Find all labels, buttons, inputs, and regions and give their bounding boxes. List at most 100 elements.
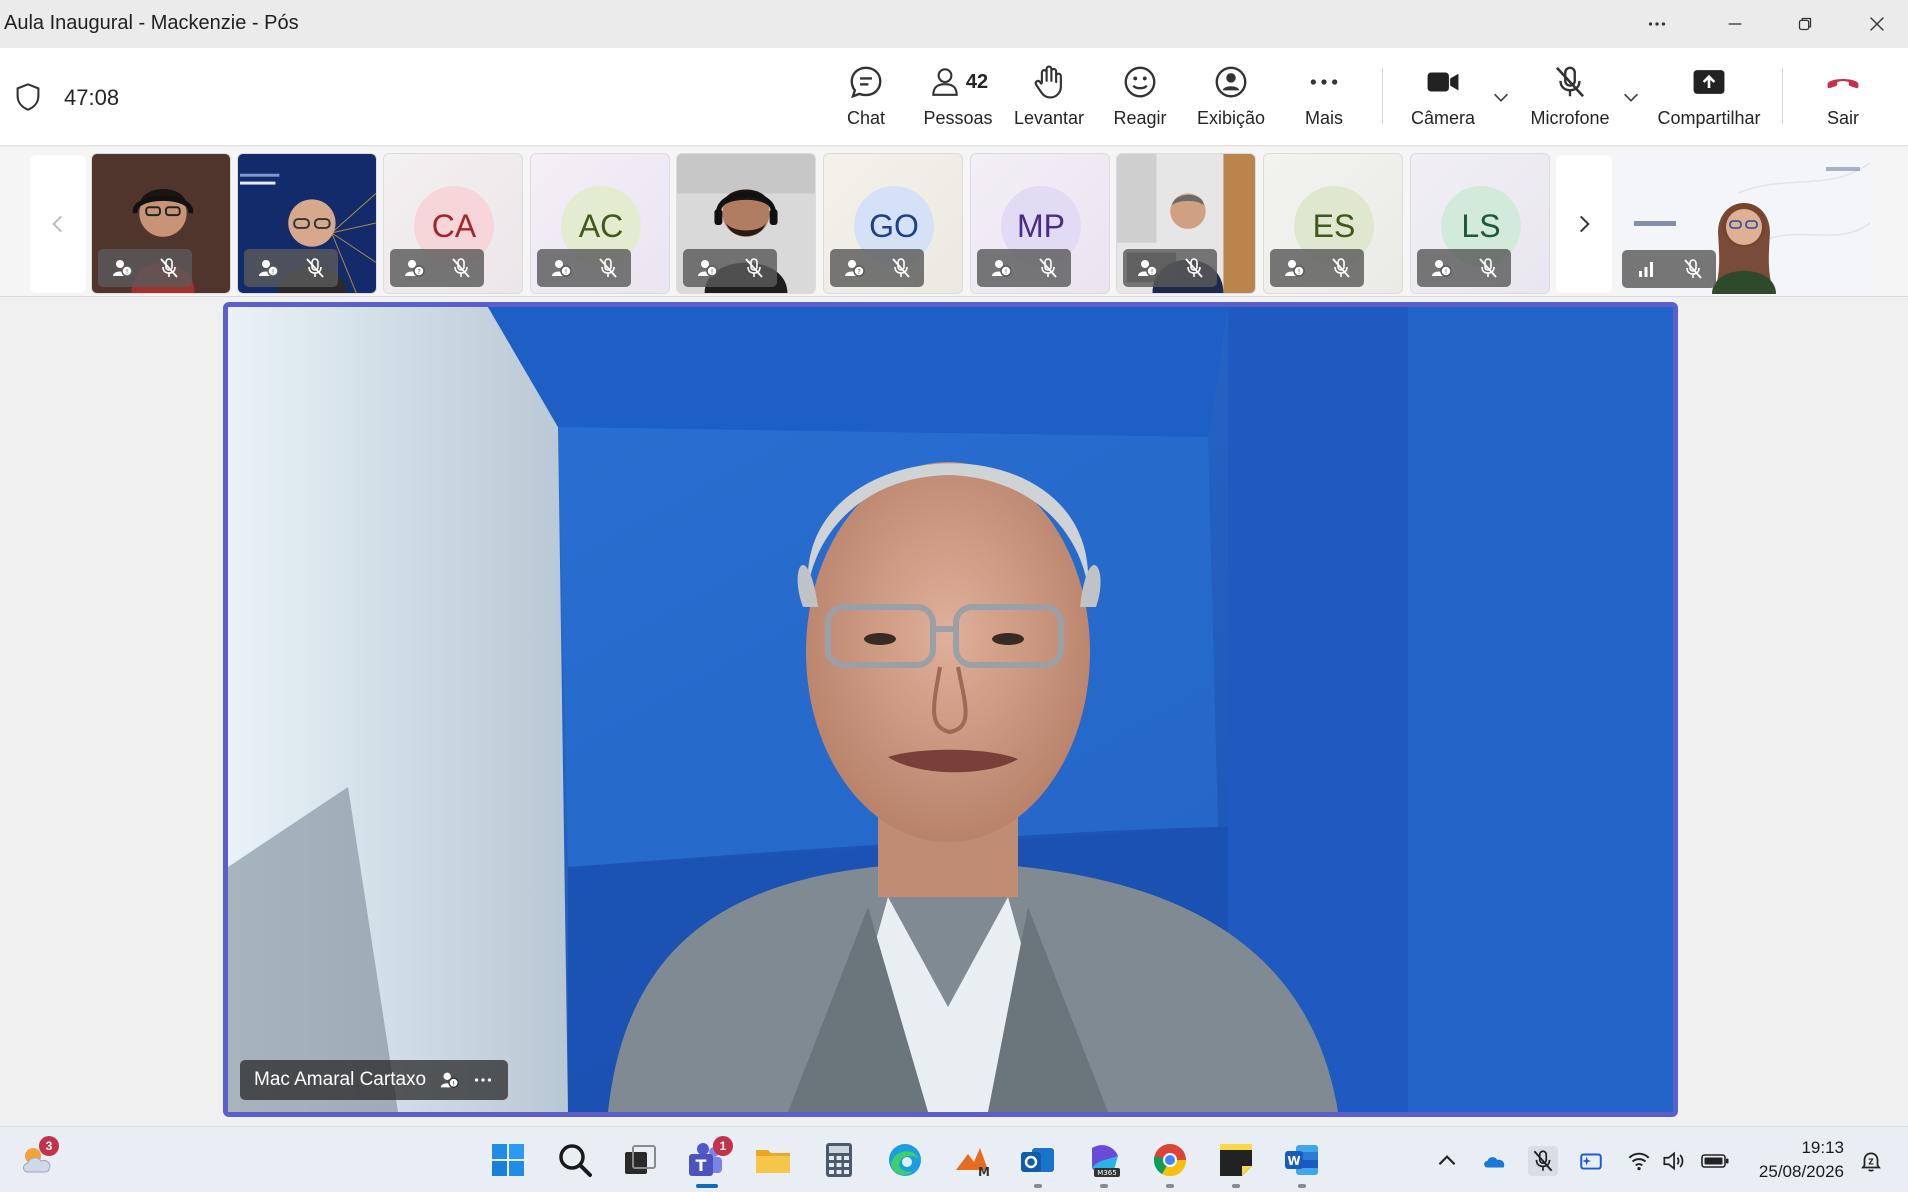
svg-text:!: ! xyxy=(1004,268,1007,276)
microphone-muted-icon xyxy=(598,258,617,278)
m365-icon: M365 xyxy=(1092,1145,1120,1177)
wifi-icon xyxy=(1628,1152,1650,1171)
notification-bell-icon: Z xyxy=(1861,1152,1881,1172)
people-label: Pessoas xyxy=(923,108,993,128)
search-button[interactable] xyxy=(553,1138,597,1182)
notification-center-button[interactable]: Z xyxy=(1856,1146,1886,1176)
participant-tile[interactable]: ! xyxy=(1116,153,1256,294)
chat-icon xyxy=(850,66,882,99)
previous-participants-button[interactable] xyxy=(30,155,86,293)
word-icon: W xyxy=(1285,1145,1318,1175)
svg-text:!: ! xyxy=(452,1080,455,1088)
file-explorer-button[interactable] xyxy=(751,1138,795,1182)
participant-tile[interactable]: ! xyxy=(676,153,816,294)
sticky-notes-button[interactable] xyxy=(1214,1138,1258,1182)
calculator-button[interactable] xyxy=(817,1138,861,1182)
chevron-right-icon xyxy=(1580,215,1590,233)
participant-status-badge: ! xyxy=(244,249,338,287)
chat-label: Chat xyxy=(846,108,886,128)
screen-sparkle-icon xyxy=(1580,1153,1602,1170)
participant-tile[interactable]: CA ? xyxy=(383,153,523,294)
participant-tile[interactable]: ! xyxy=(91,153,231,294)
wifi-tray-icon[interactable] xyxy=(1624,1146,1654,1176)
participant-tile[interactable]: GO ? xyxy=(823,153,963,294)
running-app-indicator xyxy=(1034,1184,1042,1188)
self-view-video[interactable] xyxy=(1618,153,1870,294)
raise-hand-button[interactable]: Levantar xyxy=(1014,60,1084,140)
view-icon xyxy=(1215,66,1247,98)
matlab-app-button[interactable]: M xyxy=(950,1138,994,1182)
svg-text:W: W xyxy=(1287,1154,1300,1168)
leave-button[interactable]: Sair xyxy=(1820,60,1866,140)
shield-icon xyxy=(14,82,42,117)
svg-text:!: ! xyxy=(1444,268,1447,276)
minimize-button[interactable] xyxy=(1700,0,1770,48)
participant-status-badge: ! xyxy=(1270,249,1364,287)
start-button[interactable] xyxy=(486,1138,530,1182)
participant-status-icon: ! xyxy=(551,260,572,277)
volume-tray-icon[interactable] xyxy=(1658,1146,1688,1176)
hang-up-icon xyxy=(1827,79,1859,89)
participant-status-badge: ? xyxy=(830,249,924,287)
edge-icon xyxy=(889,1144,921,1176)
running-app-indicator xyxy=(1298,1184,1306,1188)
participant-status-badge: ! xyxy=(1417,249,1511,287)
view-button[interactable]: Exibição xyxy=(1196,60,1266,140)
microsoft-365-button[interactable]: M365 xyxy=(1082,1138,1126,1182)
camera-button[interactable]: Câmera xyxy=(1410,60,1476,140)
microphone-muted-icon xyxy=(891,258,910,278)
minimize-icon xyxy=(1728,23,1742,25)
participant-tile[interactable]: ES ! xyxy=(1263,153,1403,294)
edge-browser-button[interactable] xyxy=(883,1138,927,1182)
next-participants-button[interactable] xyxy=(1556,155,1612,293)
react-label: Reagir xyxy=(1113,108,1167,128)
chat-button[interactable]: Chat xyxy=(842,60,890,140)
display-tray-icon[interactable] xyxy=(1576,1146,1606,1176)
speaker-more-options-icon[interactable] xyxy=(472,1069,494,1091)
participant-tile[interactable]: AC ! xyxy=(530,153,670,294)
chrome-button[interactable] xyxy=(1148,1138,1192,1182)
battery-tray-icon[interactable] xyxy=(1698,1146,1732,1176)
people-button[interactable]: 42 Pessoas xyxy=(923,60,993,140)
participant-tile[interactable]: ! xyxy=(237,153,377,294)
main-speaker-image xyxy=(228,307,1673,1112)
microphone-button[interactable]: Microfone xyxy=(1528,60,1612,140)
speaker-name-tag: Mac Amaral Cartaxo ! xyxy=(240,1060,509,1100)
participant-tile[interactable]: MP ! xyxy=(970,153,1110,294)
close-button[interactable] xyxy=(1842,0,1908,48)
task-view-button[interactable] xyxy=(618,1138,662,1182)
close-icon xyxy=(1870,17,1884,31)
word-button[interactable]: W xyxy=(1280,1138,1324,1182)
share-label: Compartilhar xyxy=(1657,108,1761,128)
onedrive-tray-icon[interactable] xyxy=(1480,1146,1510,1176)
raise-hand-icon xyxy=(1034,65,1062,99)
microphone-muted-icon xyxy=(1038,258,1057,278)
microphone-muted-icon xyxy=(1683,259,1702,279)
svg-text:!: ! xyxy=(710,268,713,276)
svg-text:!: ! xyxy=(1150,268,1153,276)
weather-notification-badge: 3 xyxy=(39,1136,59,1156)
toolbar-divider xyxy=(1382,68,1383,124)
window-more-button[interactable] xyxy=(1622,0,1692,48)
clock-time: 19:13 xyxy=(1801,1138,1844,1157)
toolbar-divider xyxy=(1782,68,1783,124)
microphone-options-chevron-down-icon[interactable] xyxy=(1620,86,1642,108)
react-button[interactable]: Reagir xyxy=(1112,60,1168,140)
restore-button[interactable] xyxy=(1770,0,1840,48)
microphone-muted-icon xyxy=(744,258,763,278)
outlook-button[interactable] xyxy=(1016,1138,1060,1182)
main-speaker-video[interactable]: Mac Amaral Cartaxo ! xyxy=(223,302,1678,1117)
microphone-muted-icon xyxy=(1478,258,1497,278)
more-actions-button[interactable]: Mais xyxy=(1300,60,1348,140)
system-clock[interactable]: 19:13 25/08/2026 xyxy=(1740,1136,1844,1184)
microphone-tray-icon[interactable] xyxy=(1528,1146,1558,1176)
participant-status-icon: ! xyxy=(1284,260,1305,277)
running-app-indicator xyxy=(1166,1184,1174,1188)
microphone-muted-icon xyxy=(1555,66,1585,98)
share-button[interactable]: Compartilhar xyxy=(1656,60,1762,140)
microphone-muted-icon xyxy=(451,258,470,278)
participant-tile[interactable]: LS ! xyxy=(1410,153,1550,294)
show-hidden-icons-button[interactable] xyxy=(1432,1146,1462,1176)
chrome-icon xyxy=(1153,1144,1187,1177)
camera-options-chevron-down-icon[interactable] xyxy=(1490,86,1512,108)
